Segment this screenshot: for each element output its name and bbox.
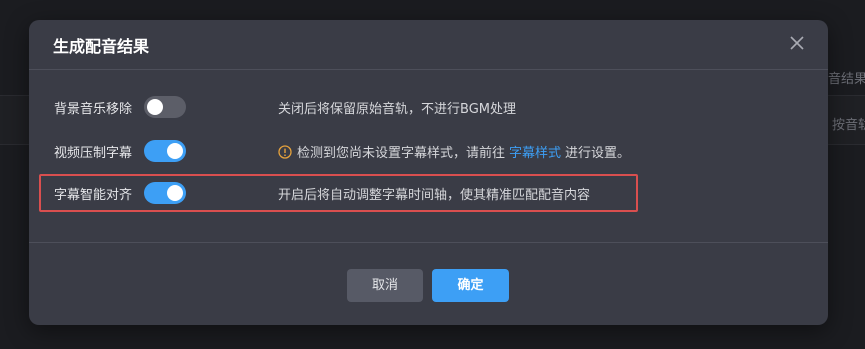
dialog-footer: 取消 确定 — [29, 242, 828, 325]
option-label: 视频压制字幕 — [54, 146, 133, 161]
highlight-annotation-box — [39, 174, 638, 212]
bgm-removal-toggle[interactable] — [144, 96, 186, 118]
option-row-bgm-removal: 背景音乐移除 关闭后将保留原始音轨，不进行BGM处理 — [29, 92, 828, 122]
background-partial-text: 按音轨 — [832, 118, 865, 133]
option-row-burn-subtitles: 视频压制字幕 检测到您尚未设置字幕样式，请前往 字幕样式 进行设置。 — [29, 136, 828, 166]
dialog-title: 生成配音结果 — [53, 37, 150, 56]
cancel-button[interactable]: 取消 — [347, 269, 423, 302]
confirm-button[interactable]: 确定 — [432, 269, 509, 302]
generate-dubbing-dialog: 生成配音结果 背景音乐移除 关闭后将保留原始音轨，不进行BGM处理 视频压制字幕… — [29, 20, 828, 325]
close-icon[interactable] — [786, 32, 808, 54]
burn-subtitles-toggle[interactable] — [144, 140, 186, 162]
option-description: 检测到您尚未设置字幕样式，请前往 字幕样式 进行设置。 — [278, 142, 630, 161]
option-label: 背景音乐移除 — [54, 102, 133, 117]
subtitle-style-link[interactable]: 字幕样式 — [509, 146, 561, 161]
toggle-knob — [167, 143, 183, 159]
warning-text-suffix: 进行设置。 — [565, 146, 631, 161]
background-partial-text: 音结果 — [828, 72, 865, 87]
option-description: 关闭后将保留原始音轨，不进行BGM处理 — [278, 102, 516, 117]
dialog-header: 生成配音结果 — [29, 20, 828, 70]
toggle-knob — [147, 99, 163, 115]
warning-circle-icon — [278, 145, 292, 159]
warning-text: 检测到您尚未设置字幕样式，请前往 — [297, 146, 506, 161]
